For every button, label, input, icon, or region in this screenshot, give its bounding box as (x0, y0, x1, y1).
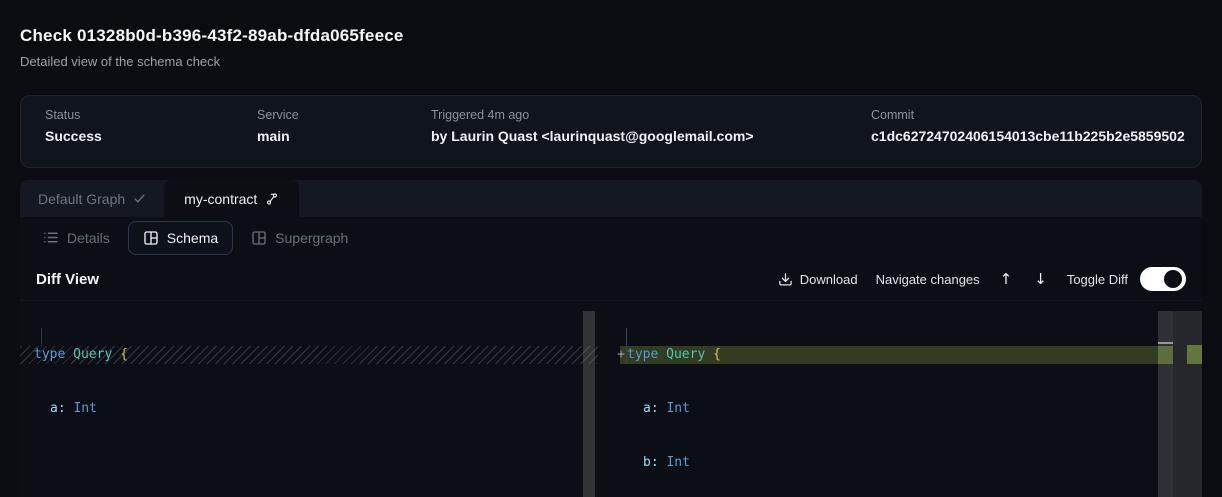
check-summary-card: Status Success Service main Triggered 4m… (20, 95, 1202, 168)
code-line-added: b: Int (598, 454, 1158, 472)
scrollbar-position-marker (1158, 342, 1173, 344)
code-line-removed-placeholder (20, 454, 583, 472)
switch-thumb (1164, 270, 1182, 288)
page-subtitle: Detailed view of the schema check (20, 54, 404, 69)
indent-guide (626, 328, 627, 364)
tab-my-contract-label: my-contract (184, 191, 257, 207)
graph-tab-strip: Default Graph my-contract (20, 180, 1202, 217)
left-pane-scrollbar[interactable] (583, 311, 595, 497)
toggle-diff-label: Toggle Diff (1067, 272, 1128, 287)
tab-my-contract[interactable]: my-contract (164, 180, 299, 217)
tab-default-graph-label: Default Graph (38, 191, 125, 207)
tab-schema-label: Schema (167, 230, 218, 246)
fork-icon (265, 192, 279, 206)
diff-view-heading: Diff View (36, 271, 99, 288)
commit-value: c1dc62724702406154013cbe11b225b2e5859502 (871, 128, 1185, 144)
tab-details-label: Details (67, 230, 110, 246)
diff-controls: Download Navigate changes ↑ ↓ Toggle Dif… (778, 267, 1186, 291)
code-line: a: Int (20, 400, 583, 418)
triggered-label: Triggered 4m ago (431, 108, 754, 122)
service-value: main (257, 128, 299, 144)
tab-default-graph[interactable]: Default Graph (20, 180, 164, 217)
schema-diff-editor: type Query { a: Int } + type Query { a: … (20, 300, 1202, 497)
commit-column: Commit c1dc62724702406154013cbe11b225b2e… (871, 108, 1185, 144)
toggle-diff-switch[interactable] (1140, 267, 1186, 291)
download-icon (778, 272, 793, 287)
check-detail-panel: Default Graph my-contract Details Schema (20, 180, 1202, 497)
tab-details[interactable]: Details (36, 221, 116, 255)
triggered-value: by Laurin Quast <laurinquast@googlemail.… (431, 128, 754, 144)
check-icon (133, 192, 146, 205)
diff-pane-after[interactable]: type Query { a: Int b: Int } (598, 301, 1158, 497)
status-column: Status Success (45, 108, 102, 144)
page-title: Check 01328b0d-b396-43f2-89ab-dfda065fee… (20, 26, 404, 46)
status-label: Status (45, 108, 102, 122)
code-line: a: Int (598, 400, 1158, 418)
panels-icon (251, 230, 267, 246)
right-pane-scrollbar[interactable] (1158, 311, 1173, 497)
list-icon (42, 229, 59, 246)
indent-guide (41, 328, 42, 346)
diff-pane-before[interactable]: type Query { a: Int } (20, 301, 583, 497)
commit-label: Commit (871, 108, 1185, 122)
page-header: Check 01328b0d-b396-43f2-89ab-dfda065fee… (20, 26, 404, 69)
view-tab-bar: Details Schema Supergraph (20, 217, 1202, 258)
navigate-changes-label: Navigate changes (876, 272, 980, 287)
panels-icon (143, 230, 159, 246)
minimap-added-marker (1187, 345, 1202, 364)
download-label: Download (800, 272, 858, 287)
service-column: Service main (257, 108, 299, 144)
next-change-button[interactable]: ↓ (1032, 270, 1049, 288)
tab-schema[interactable]: Schema (128, 221, 233, 255)
triggered-column: Triggered 4m ago by Laurin Quast <laurin… (431, 108, 754, 144)
overview-ruler-added-marker (1158, 346, 1173, 364)
diff-toolbar: Diff View Download Navigate changes ↑ ↓ … (20, 258, 1202, 300)
code-line: type Query { (598, 346, 1158, 364)
minimap[interactable] (1173, 311, 1202, 497)
tab-supergraph[interactable]: Supergraph (245, 221, 354, 255)
service-label: Service (257, 108, 299, 122)
previous-change-button[interactable]: ↑ (998, 270, 1015, 288)
code-line: type Query { (20, 346, 583, 364)
tab-supergraph-label: Supergraph (275, 230, 348, 246)
status-value: Success (45, 128, 102, 144)
download-button[interactable]: Download (778, 272, 858, 287)
